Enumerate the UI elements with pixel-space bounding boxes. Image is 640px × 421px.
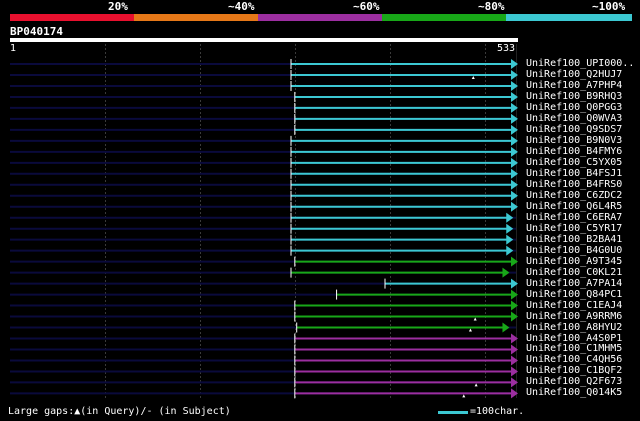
hit-label[interactable]: UniRef100_A7PHP4	[526, 80, 622, 91]
hit-end-arrow	[502, 322, 510, 333]
hit-label[interactable]: UniRef100_A9RRM6	[526, 311, 622, 322]
hit-label[interactable]: UniRef100_C1BQF2	[526, 365, 622, 376]
hit-label[interactable]: UniRef100_B9RHQ3	[526, 91, 622, 102]
hit-label[interactable]: UniRef100_C4QH56	[526, 354, 622, 365]
hit-label[interactable]: UniRef100_A7PA14	[526, 278, 622, 289]
hit-label[interactable]: UniRef100_C1EAJ4	[526, 300, 622, 311]
hit-label[interactable]: UniRef100_C0KL21	[526, 267, 622, 278]
hit-end-arrow	[506, 234, 514, 245]
query-gap-marker	[471, 75, 475, 79]
hit-label[interactable]: UniRef100_B4FRS0	[526, 179, 622, 190]
scale-swatch	[438, 410, 468, 414]
hit-label[interactable]: UniRef100_Q2HUJ7	[526, 69, 622, 80]
hit-label[interactable]: UniRef100_Q6L4R5	[526, 201, 622, 212]
query-gap-marker	[474, 383, 478, 387]
hit-label[interactable]: UniRef100_UPI000..	[526, 58, 634, 69]
gaps-legend: Large gaps:▲(in Query)/- (in Subject)	[8, 406, 231, 417]
hit-end-arrow	[506, 223, 514, 234]
hit-label[interactable]: UniRef100_C5YR17	[526, 223, 622, 234]
hit-label[interactable]: UniRef100_A9T345	[526, 256, 622, 267]
hit-label[interactable]: UniRef100_B4FSJ1	[526, 168, 622, 179]
query-gap-marker	[462, 394, 466, 398]
hit-label[interactable]: UniRef100_Q014K5	[526, 387, 622, 398]
hit-label[interactable]: UniRef100_Q0WVA3	[526, 113, 622, 124]
hit-label[interactable]: UniRef100_C6ERA7	[526, 212, 622, 223]
scale-legend-text: =100char.	[470, 406, 525, 417]
query-gap-marker	[468, 328, 472, 332]
hit-label[interactable]: UniRef100_A4S0P1	[526, 333, 622, 344]
hit-label[interactable]: UniRef100_A8HYU2	[526, 322, 622, 333]
scale-legend: =100char.	[438, 406, 524, 418]
hit-label[interactable]: UniRef100_C5YX05	[526, 157, 622, 168]
hit-end-arrow	[506, 212, 514, 223]
hit-label[interactable]: UniRef100_Q84PC1	[526, 289, 622, 300]
hit-label[interactable]: UniRef100_Q9SDS7	[526, 124, 622, 135]
hit-end-arrow	[506, 245, 514, 256]
hit-label[interactable]: UniRef100_B9N0V3	[526, 135, 622, 146]
hit-label[interactable]: UniRef100_C6ZDC2	[526, 190, 622, 201]
hit-label[interactable]: UniRef100_C1MHM5	[526, 343, 622, 354]
hit-label[interactable]: UniRef100_B4FMY6	[526, 146, 622, 157]
hit-label[interactable]: UniRef100_Q2F673	[526, 376, 622, 387]
hit-label[interactable]: UniRef100_B2BA41	[526, 234, 622, 245]
hit-end-arrow	[502, 267, 510, 278]
query-gap-marker	[473, 317, 477, 321]
hit-label[interactable]: UniRef100_Q0PGG3	[526, 102, 622, 113]
hit-label[interactable]: UniRef100_B4G0U0	[526, 245, 622, 256]
